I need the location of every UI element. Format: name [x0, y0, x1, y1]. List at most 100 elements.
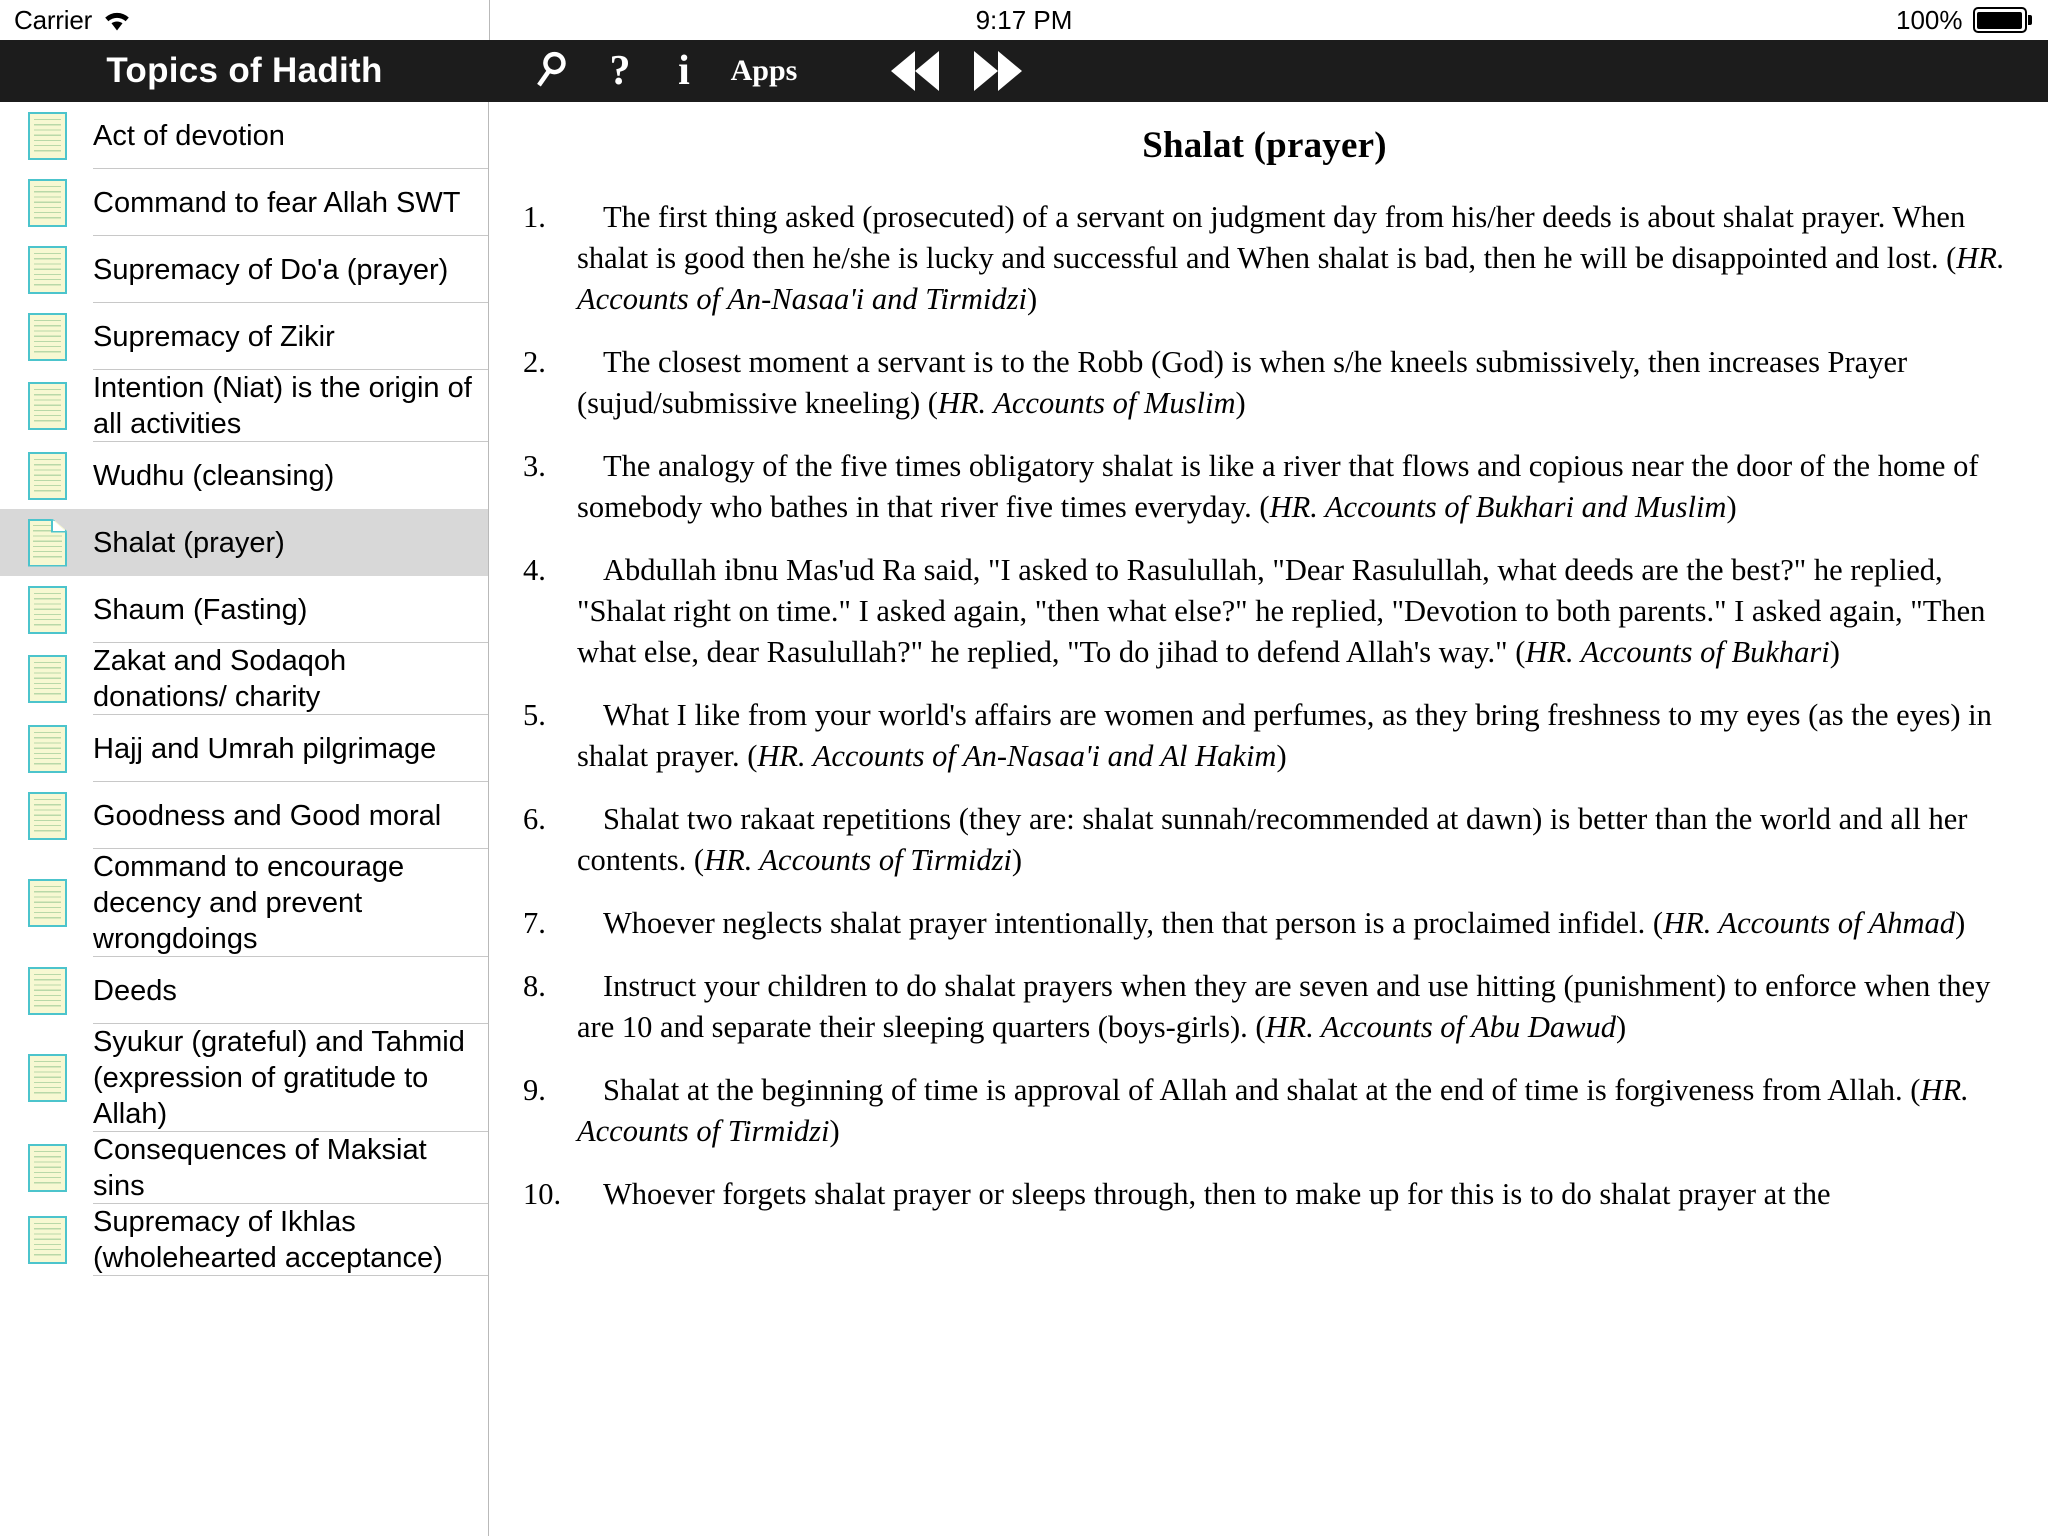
topic-list-item[interactable]: Wudhu (cleansing): [0, 442, 488, 509]
hadith-item: 5. What I like from your world's affairs …: [511, 695, 2018, 777]
note-icon: [28, 791, 67, 840]
status-bar-divider: [489, 0, 490, 40]
hadith-reader[interactable]: Shalat (prayer) 1. The first thing asked …: [489, 102, 2048, 1536]
topic-list-item[interactable]: Shalat (prayer): [0, 509, 488, 576]
hadith-citation-tail: ): [1955, 906, 1966, 940]
hadith-citation: HR. Accounts of Abu Dawud: [1265, 1010, 1616, 1044]
hadith-citation-tail: ): [1276, 739, 1287, 773]
topic-list-item-label: Syukur (grateful) and Tahmid (expression…: [93, 1026, 465, 1130]
previous-icon[interactable]: [872, 40, 958, 102]
note-icon: [28, 1216, 67, 1264]
topic-list-item-label: Deeds: [93, 974, 177, 1007]
apps-button[interactable]: Apps: [716, 40, 812, 102]
topic-list-item[interactable]: Shaum (Fasting): [0, 576, 488, 643]
hadith-item: 7. Whoever neglects shalat prayer intenti…: [511, 903, 2018, 944]
note-icon: [28, 585, 67, 634]
hadith-number: 4.: [523, 553, 546, 587]
topic-list-item-label: Zakat and Sodaqoh donations/ charity: [93, 645, 347, 713]
topic-list-item[interactable]: Command to encourage decency and prevent…: [0, 849, 488, 957]
topic-list-item[interactable]: Command to fear Allah SWT: [0, 169, 488, 236]
topic-list-item-label: Command to encourage decency and prevent…: [93, 851, 405, 955]
hadith-body: Shalat at the beginning of time is appro…: [603, 1073, 1921, 1107]
topic-list-item[interactable]: Goodness and Good moral: [0, 782, 488, 849]
hadith-number: 2.: [523, 345, 546, 379]
hadith-body: The first thing asked (prosecuted) of a …: [577, 200, 1966, 275]
topic-list-item-label: Supremacy of Zikir: [93, 320, 335, 353]
topic-list-item[interactable]: Supremacy of Ikhlas (wholehearted accept…: [0, 1204, 488, 1276]
help-icon[interactable]: ?: [588, 40, 652, 102]
toolbar: ? i Apps: [489, 40, 2048, 102]
content-area: Act of devotion Command to fear Allah SWT…: [0, 102, 2048, 1536]
hadith-text: Whoever neglects shalat prayer intention…: [577, 903, 2018, 944]
apps-button-label: Apps: [730, 54, 798, 87]
hadith-item: 10. Whoever forgets shalat prayer or slee…: [511, 1174, 2018, 1215]
hadith-citation-tail: ): [1026, 282, 1038, 316]
rewind-triangles: [891, 51, 939, 91]
hadith-number: 3.: [523, 449, 546, 483]
hadith-text: The first thing asked (prosecuted) of a …: [577, 197, 2018, 320]
topic-list-item-label: Act of devotion: [93, 119, 285, 152]
forward-triangles: [974, 51, 1022, 91]
note-icon: [28, 451, 67, 500]
topic-list-item[interactable]: Syukur (grateful) and Tahmid (expression…: [0, 1024, 488, 1132]
topic-list-item-label: Goodness and Good moral: [93, 799, 442, 832]
hadith-text: Shalat two rakaat repetitions (they are:…: [577, 799, 2018, 881]
hadith-citation-tail: ): [1726, 490, 1737, 524]
hadith-number: 9.: [523, 1073, 546, 1107]
topic-list-item[interactable]: Deeds: [0, 957, 488, 1024]
hadith-citation-tail: ): [1011, 843, 1023, 877]
hadith-citation-tail: ): [1615, 1010, 1627, 1044]
next-icon[interactable]: [958, 40, 1038, 102]
info-icon-glyph: i: [678, 48, 690, 94]
hadith-item: 1. The first thing asked (prosecuted) of …: [511, 197, 2018, 320]
document-page-icon: [28, 518, 67, 567]
hadith-number: 7.: [523, 906, 546, 940]
topic-list-item-label: Command to fear Allah SWT: [93, 186, 461, 219]
hadith-citation-tail: ): [1235, 386, 1246, 420]
hadith-text: Whoever forgets shalat prayer or sleeps …: [577, 1174, 2018, 1215]
hadith-citation-tail: ): [829, 1114, 840, 1148]
hadith-text: The analogy of the five times obligatory…: [577, 446, 2018, 528]
topic-list-item[interactable]: Consequences of Maksiat sins: [0, 1132, 488, 1204]
hadith-list: 1. The first thing asked (prosecuted) of …: [511, 197, 2018, 1215]
search-icon[interactable]: [514, 40, 588, 102]
hadith-number: 8.: [523, 969, 546, 1003]
note-icon: [28, 382, 67, 430]
topic-list-item[interactable]: Intention (Niat) is the origin of all ac…: [0, 370, 488, 442]
topic-list-item-label: Hajj and Umrah pilgrimage: [93, 732, 437, 765]
hadith-item: 2. The closest moment a servant is to the…: [511, 342, 2018, 424]
clock-label: 9:17 PM: [975, 4, 1073, 35]
hadith-text: Instruct your children to do shalat pray…: [577, 966, 2018, 1048]
topic-list-item-label: Wudhu (cleansing): [93, 459, 335, 492]
hadith-item: 6. Shalat two rakaat repetitions (they ar…: [511, 799, 2018, 881]
note-icon: [28, 966, 67, 1015]
hadith-item: 3. The analogy of the five times obligato…: [511, 446, 2018, 528]
app-root: Carrier 9:17 PM 100% Topics of Hadith ? …: [0, 0, 2048, 1536]
topic-list-item-label: Shaum (Fasting): [93, 593, 308, 626]
note-icon: [28, 1054, 67, 1102]
note-icon: [28, 1144, 67, 1192]
note-icon: [28, 111, 67, 160]
topic-list-item[interactable]: Supremacy of Zikir: [0, 303, 488, 370]
hadith-body: Whoever forgets shalat prayer or sleeps …: [603, 1177, 1831, 1211]
hadith-citation-tail: ): [1829, 635, 1840, 669]
topic-list-item[interactable]: Zakat and Sodaqoh donations/ charity: [0, 643, 488, 715]
note-icon: [28, 879, 67, 927]
topic-list-item[interactable]: Act of devotion: [0, 102, 488, 169]
hadith-number: 5.: [523, 698, 546, 732]
topic-list-item-label: Consequences of Maksiat sins: [93, 1134, 427, 1202]
hadith-body: Whoever neglects shalat prayer intention…: [603, 906, 1664, 940]
page-title: Topics of Hadith: [106, 51, 383, 90]
topics-list[interactable]: Act of devotion Command to fear Allah SWT…: [0, 102, 489, 1536]
hadith-text: Abdullah ibnu Mas'ud Ra said, "I asked t…: [577, 550, 2018, 673]
info-icon[interactable]: i: [652, 40, 716, 102]
topic-list-item[interactable]: Supremacy of Do'a (prayer): [0, 236, 488, 303]
status-bar: Carrier 9:17 PM 100%: [0, 0, 2048, 40]
navigation-bar-left: Topics of Hadith: [0, 40, 489, 102]
hadith-number: 1.: [523, 200, 546, 234]
topic-list-item-label: Supremacy of Do'a (prayer): [93, 253, 449, 286]
topic-list-item[interactable]: Hajj and Umrah pilgrimage: [0, 715, 488, 782]
hadith-citation: HR. Accounts of Bukhari and Muslim: [1269, 490, 1727, 524]
hadith-item: 8. Instruct your children to do shalat pr…: [511, 966, 2018, 1048]
note-icon: [28, 178, 67, 227]
